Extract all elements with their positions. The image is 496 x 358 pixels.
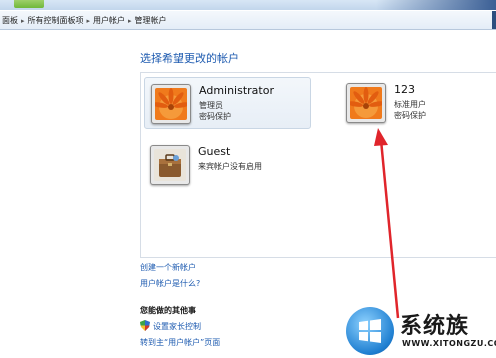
- window-caption-glow: [14, 0, 44, 8]
- watermark-url: WWW.XITONGZU.COM: [402, 339, 496, 348]
- account-role: 管理员: [199, 101, 223, 110]
- breadcrumb: 面板 ▸ 所有控制面板项 ▸ 用户帐户 ▸ 管理帐户: [2, 15, 167, 26]
- flower-avatar-icon: [155, 88, 187, 120]
- breadcrumb-arrow-icon[interactable]: ▸: [87, 17, 91, 25]
- account-avatar: [151, 84, 191, 124]
- watermark-brand: 系统族: [400, 314, 470, 339]
- windows-logo-icon: [346, 307, 394, 355]
- flower-avatar-icon: [350, 87, 382, 119]
- accounts-list: Administrator 管理员 密码保护 123 标准用户 密码保护 Gue…: [140, 72, 496, 258]
- breadcrumb-arrow-icon[interactable]: ▸: [21, 17, 25, 25]
- window-edge-shade: [376, 0, 496, 10]
- breadcrumb-arrow-icon[interactable]: ▸: [128, 17, 132, 25]
- parental-controls-link[interactable]: 设置家长控制: [153, 321, 201, 332]
- breadcrumb-item-manage-accounts[interactable]: 管理帐户: [135, 16, 167, 25]
- watermark: 系统族 WWW.XITONGZU.COM: [346, 304, 496, 357]
- breadcrumb-item-all-items[interactable]: 所有控制面板项: [28, 16, 84, 25]
- create-account-link[interactable]: 创建一个新帐户: [140, 262, 196, 273]
- other-tasks-title: 您能做的其他事: [140, 306, 196, 315]
- account-name: Guest: [198, 145, 231, 158]
- account-password-status: 密码保护: [394, 111, 426, 120]
- account-tile-123[interactable]: 123 标准用户 密码保护: [340, 77, 490, 127]
- address-bar[interactable]: 面板 ▸ 所有控制面板项 ▸ 用户帐户 ▸ 管理帐户: [0, 11, 496, 30]
- account-avatar: [150, 145, 190, 185]
- account-avatar: [346, 83, 386, 123]
- account-password-status: 密码保护: [199, 112, 231, 121]
- address-bar-edge: [492, 11, 496, 29]
- breadcrumb-item-user-accounts[interactable]: 用户帐户: [93, 16, 125, 25]
- page-title: 选择希望更改的帐户: [140, 52, 239, 65]
- window-title-strip: [0, 0, 496, 10]
- briefcase-avatar-icon: [154, 149, 186, 181]
- main-accounts-page-link[interactable]: 转到主“用户帐户”页面: [140, 337, 220, 348]
- account-name: 123: [394, 83, 415, 96]
- account-tile-administrator[interactable]: Administrator 管理员 密码保护: [144, 77, 311, 129]
- account-name: Administrator: [199, 84, 274, 97]
- account-tile-guest[interactable]: Guest 来宾帐户没有启用: [144, 139, 309, 189]
- account-role: 来宾帐户没有启用: [198, 162, 262, 171]
- what-is-account-link[interactable]: 用户帐户是什么?: [140, 278, 200, 289]
- breadcrumb-item-control-panel[interactable]: 面板: [2, 16, 18, 25]
- account-role: 标准用户: [394, 100, 426, 109]
- shield-icon: [140, 320, 150, 331]
